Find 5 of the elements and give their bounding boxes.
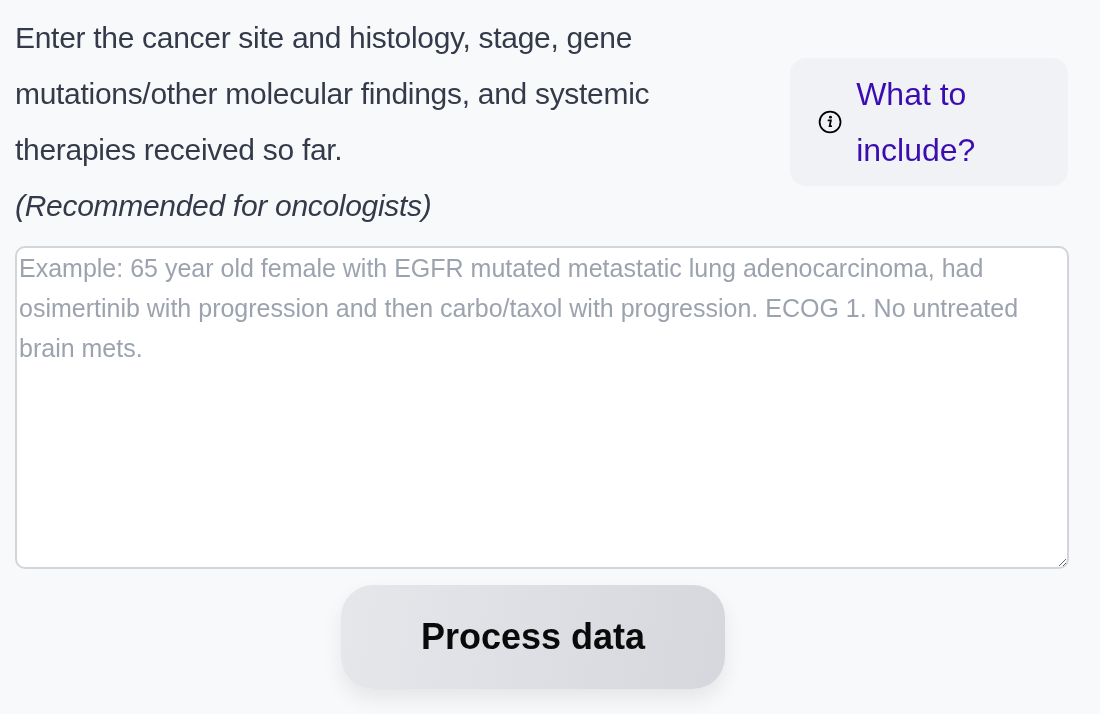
patient-description-field[interactable]: Example: 65 year old female with EGFR mutated metastatic lung adenocarcinoma, had osimertinib with progression and then carbo/taxol with progression. ECOG 1. No untreated brain mets.: [15, 246, 1069, 569]
help-link[interactable]: What to include?: [790, 58, 1068, 186]
instructions-text: Enter the cancer site and histology, stage, gene mutations/other molecular findings, and systemic therapies received so far.: [15, 20, 651, 168]
process-data-button[interactable]: Process data: [341, 585, 725, 689]
note-text: (Recommended for oncologists): [15, 188, 433, 224]
